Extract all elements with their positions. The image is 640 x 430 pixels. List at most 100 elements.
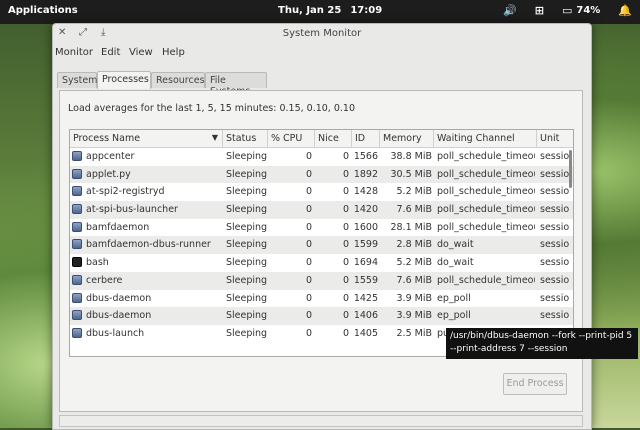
window-title: System Monitor: [282, 28, 362, 39]
table-row[interactable]: dbus-daemon Sleeping 0 0 1406 3.9 MiB ep_poll s…: [70, 307, 573, 325]
process-icon: [72, 310, 82, 321]
cell-id: 1406: [353, 310, 378, 322]
cell-cpu: 0: [305, 239, 312, 251]
cell-mem: 2.8 MiB: [396, 239, 432, 251]
cell-name: at-spi-bus-launcher: [86, 204, 178, 216]
menu-monitor[interactable]: Monitor: [55, 47, 93, 58]
table-row[interactable]: bash Sleeping 0 0 1694 5.2 MiB do_wait sessio: [70, 254, 573, 272]
cell-status: Sleeping: [226, 151, 268, 162]
volume-icon[interactable]: 🔊: [503, 4, 517, 17]
table-row[interactable]: bamfdaemon-dbus-runner Sleeping 0 0 1599 2.8 …: [70, 236, 573, 255]
process-table: Process Name ▼ Status % CPU Nice ID Memo…: [69, 129, 574, 357]
status-bar: [59, 415, 583, 427]
cell-nice: 0: [342, 292, 349, 304]
column-label: Process Name: [73, 133, 141, 144]
cell-mem: 2.5 MiB: [396, 327, 432, 339]
scrollbar-thumb[interactable]: [569, 150, 572, 188]
cell-status: Sleeping: [226, 204, 268, 216]
cell-unit: sessio: [540, 204, 570, 216]
tab-system[interactable]: System: [57, 72, 97, 88]
table-row[interactable]: bamfdaemon Sleeping 0 0 1600 28.1 MiB poll_sch…: [70, 219, 573, 237]
process-icon: [72, 274, 82, 285]
network-icon[interactable]: ⊞: [535, 4, 544, 17]
cell-nice: 0: [342, 257, 349, 269]
cell-mem: 5.2 MiB: [396, 257, 432, 269]
processes-pane: Load averages for the last 1, 5, 15 minu…: [59, 90, 583, 412]
cell-id: 1600: [353, 221, 378, 233]
column-process-name[interactable]: Process Name ▼: [70, 130, 223, 147]
cell-nice: 0: [342, 151, 349, 162]
column-id[interactable]: ID: [352, 130, 380, 147]
cell-name: bamfdaemon: [86, 221, 150, 233]
table-row[interactable]: at-spi-bus-launcher Sleeping 0 0 1420 7.6 MiB…: [70, 201, 573, 219]
system-monitor-window: ✕ ⤢ ⤓ System Monitor Monitor Edit View H…: [52, 23, 592, 430]
table-row[interactable]: dbus-daemon Sleeping 0 0 1425 3.9 MiB ep_poll s…: [70, 290, 573, 308]
sort-down-icon: ▼: [211, 133, 218, 142]
column-unit[interactable]: Unit: [537, 130, 573, 147]
cell-id: 1599: [353, 239, 378, 251]
cell-id: 1405: [353, 327, 378, 339]
cell-cpu: 0: [305, 221, 312, 233]
cell-unit: sessio: [540, 151, 570, 162]
tab-file-systems[interactable]: File Systems: [205, 72, 267, 97]
menu-view[interactable]: View: [129, 47, 153, 58]
column-nice[interactable]: Nice: [315, 130, 352, 147]
tab-processes[interactable]: Processes: [97, 71, 151, 89]
column-waiting-channel[interactable]: Waiting Channel: [434, 130, 537, 147]
menubar: Monitor Edit View Help: [53, 44, 591, 62]
cell-name: dbus-daemon: [86, 310, 152, 322]
column-memory[interactable]: Memory: [380, 130, 434, 147]
column-status[interactable]: Status: [223, 130, 268, 147]
cell-wchan: poll_schedule_timeout: [437, 274, 535, 286]
cell-wchan: poll_schedule_timeout: [437, 151, 535, 162]
menu-help[interactable]: Help: [162, 47, 185, 58]
cell-unit: sessio: [540, 292, 570, 304]
cell-mem: 7.6 MiB: [396, 274, 432, 286]
top-panel: Applications Thu, Jan 25 17:09 🔊 ⊞ ▭ 74% …: [0, 0, 640, 24]
cell-unit: sessio: [540, 274, 570, 286]
process-icon: [72, 168, 82, 179]
titlebar[interactable]: ✕ ⤢ ⤓ System Monitor: [53, 24, 591, 44]
cell-name: cerbere: [86, 274, 123, 286]
cell-id: 1428: [353, 186, 378, 198]
system-tray: 🔊 ⊞ ▭ 74% 🔔: [485, 4, 632, 17]
cell-cpu: 0: [305, 168, 312, 180]
table-scrollbar[interactable]: [568, 148, 573, 356]
applications-menu[interactable]: Applications: [8, 5, 78, 16]
cell-name: at-spi2-registryd: [86, 186, 165, 198]
process-icon: [72, 204, 82, 215]
table-header: Process Name ▼ Status % CPU Nice ID Memo…: [70, 130, 573, 148]
process-icon: [72, 221, 82, 232]
table-row[interactable]: at-spi2-registryd Sleeping 0 0 1428 5.2 MiB po…: [70, 183, 573, 201]
cell-cpu: 0: [305, 274, 312, 286]
cell-wchan: ep_poll: [437, 310, 471, 322]
cell-status: Sleeping: [226, 257, 268, 269]
cell-name: applet.py: [86, 168, 131, 180]
cell-status: Sleeping: [226, 292, 268, 304]
cell-status: Sleeping: [226, 310, 268, 322]
cell-wchan: ep_poll: [437, 292, 471, 304]
end-process-button[interactable]: End Process: [503, 373, 567, 395]
table-row[interactable]: cerbere Sleeping 0 0 1559 7.6 MiB poll_schedul…: [70, 271, 573, 290]
table-row[interactable]: applet.py Sleeping 0 0 1892 30.5 MiB poll_sche…: [70, 165, 573, 184]
panel-clock[interactable]: Thu, Jan 25 17:09: [278, 5, 391, 16]
process-icon: [72, 239, 82, 250]
notifications-icon[interactable]: 🔔: [618, 4, 632, 17]
cell-wchan: poll_schedule_timeout: [437, 168, 535, 180]
cell-id: 1566: [353, 151, 378, 162]
cell-nice: 0: [342, 310, 349, 322]
column-cpu[interactable]: % CPU: [268, 130, 315, 147]
cell-id: 1694: [353, 257, 378, 269]
cell-name: bash: [86, 257, 109, 269]
cell-mem: 3.9 MiB: [396, 310, 432, 322]
tab-resources[interactable]: Resources: [151, 72, 205, 88]
menu-edit[interactable]: Edit: [101, 47, 120, 58]
process-tooltip: /usr/bin/dbus-daemon --fork --print-pid …: [446, 328, 638, 359]
terminal-icon: [72, 257, 82, 268]
cell-cpu: 0: [305, 151, 312, 162]
battery-percent: 74%: [576, 5, 601, 16]
cell-nice: 0: [342, 327, 349, 339]
cell-mem: 5.2 MiB: [396, 186, 432, 198]
battery-icon[interactable]: ▭: [562, 4, 572, 17]
table-row[interactable]: appcenter Sleeping 0 0 1566 38.8 MiB poll_sche…: [70, 148, 573, 166]
